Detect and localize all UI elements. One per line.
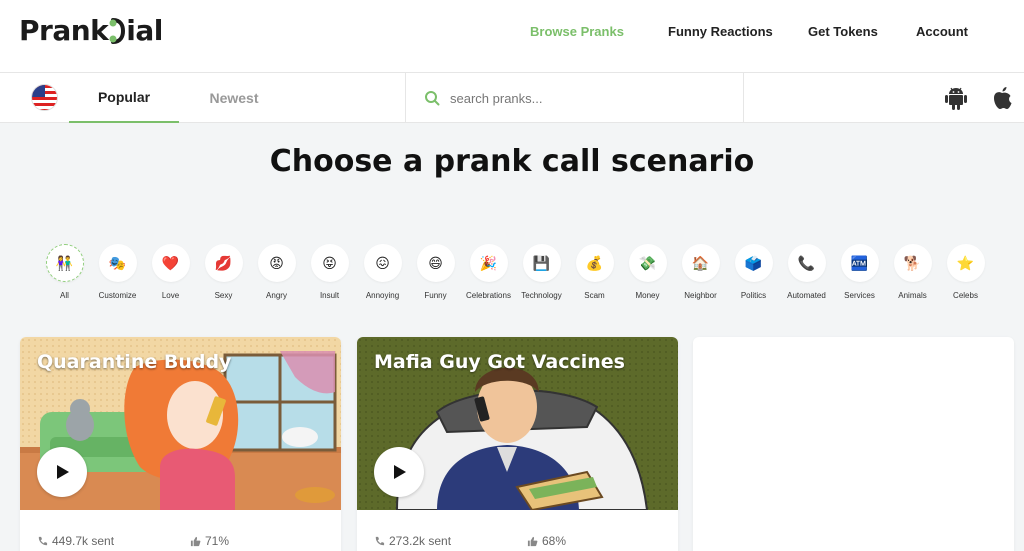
phone-icon: [38, 536, 48, 545]
like-rate-text: 71%: [205, 534, 230, 548]
insult-face-icon: 😝: [310, 244, 349, 282]
logo[interactable]: Prank ial: [19, 14, 163, 47]
category-all[interactable]: 👫 All: [38, 244, 91, 300]
category-label: Annoying: [365, 291, 400, 300]
play-icon: [57, 465, 69, 479]
like-rate: 68%: [527, 534, 566, 548]
category-services[interactable]: 🏧 Services: [833, 244, 886, 300]
annoyed-face-icon: 😖: [363, 244, 402, 282]
phone-receiver-icon: 📞: [787, 244, 826, 282]
like-rate: 71%: [190, 534, 229, 548]
category-scam[interactable]: 💰 Scam: [568, 244, 621, 300]
tab-popular[interactable]: Popular: [69, 73, 179, 123]
category-love[interactable]: ❤️ Love: [144, 244, 197, 300]
search-box: [405, 73, 744, 123]
category-label: Sexy: [214, 291, 233, 300]
prank-card[interactable]: Quarantine Buddy 449.7k sent 71%: [20, 337, 341, 551]
star-icon: ⭐: [946, 244, 985, 282]
category-automated[interactable]: 📞 Automated: [780, 244, 833, 300]
customize-icon: 🎭: [98, 244, 137, 282]
thumbs-up-icon: [190, 536, 201, 546]
nav-browse-pranks[interactable]: Browse Pranks: [530, 24, 630, 39]
thumbs-up-icon: [527, 536, 538, 546]
category-label: Love: [161, 291, 180, 300]
category-label: Politics: [740, 291, 767, 300]
dog-icon: 🐕: [893, 244, 932, 282]
cash-register-icon: 🏧: [840, 244, 879, 282]
category-angry[interactable]: 😡 Angry: [250, 244, 303, 300]
placeholder-card: [693, 337, 1014, 551]
party-popper-icon: 🎉: [469, 244, 508, 282]
house-icon: 🏠: [681, 244, 720, 282]
category-funny[interactable]: 😄 Funny: [409, 244, 462, 300]
phone-icon: [375, 536, 385, 545]
money-icon: 💸: [628, 244, 667, 282]
lips-icon: 💋: [204, 244, 243, 282]
sent-count-text: 273.2k sent: [389, 534, 452, 548]
category-label: Services: [844, 291, 875, 300]
category-neighbor[interactable]: 🏠 Neighbor: [674, 244, 727, 300]
category-technology[interactable]: 💾 Technology: [515, 244, 568, 300]
category-label: Money: [635, 291, 660, 300]
category-label: Celebrations: [466, 291, 511, 300]
category-label: Animals: [898, 291, 927, 300]
category-animals[interactable]: 🐕 Animals: [886, 244, 939, 300]
category-label: Neighbor: [684, 291, 717, 300]
apple-icon[interactable]: [990, 85, 1014, 111]
category-label: Technology: [521, 291, 562, 300]
sent-count-text: 449.7k sent: [52, 534, 115, 548]
filter-bar: Popular Newest: [0, 73, 1024, 123]
sent-count: 273.2k sent: [374, 534, 451, 548]
heart-icon: ❤️: [151, 244, 190, 282]
prank-card[interactable]: Mafia Guy Got Vaccines 273.2k sent 68%: [357, 337, 678, 551]
play-button[interactable]: [37, 447, 87, 497]
category-label: Insult: [319, 291, 340, 300]
category-annoying[interactable]: 😖 Annoying: [356, 244, 409, 300]
laughing-face-icon: 😄: [416, 244, 455, 282]
category-sexy[interactable]: 💋 Sexy: [197, 244, 250, 300]
like-rate-text: 68%: [542, 534, 567, 548]
category-label: Celebs: [953, 291, 978, 300]
logo-text-left: Prank: [19, 14, 109, 47]
category-insult[interactable]: 😝 Insult: [303, 244, 356, 300]
tab-newest[interactable]: Newest: [180, 73, 288, 123]
page-title: Choose a prank call scenario: [269, 144, 755, 179]
money-bag-icon: 💰: [575, 244, 614, 282]
sent-count: 449.7k sent: [37, 534, 114, 548]
category-list: 👫 All 🎭 Customize ❤️ Love 💋 Sexy 😡 Angry 😝 Insult 😖 A…: [38, 244, 998, 300]
category-celebs[interactable]: ⭐ Celebs: [939, 244, 992, 300]
play-icon: [394, 465, 406, 479]
card-title: Mafia Guy Got Vaccines: [374, 351, 625, 373]
nav-funny-reactions[interactable]: Funny Reactions: [668, 24, 788, 39]
politician-icon: 🗳️: [734, 244, 773, 282]
nav-account[interactable]: Account: [916, 24, 986, 39]
nav-get-tokens[interactable]: Get Tokens: [808, 24, 898, 39]
category-politics[interactable]: 🗳️ Politics: [727, 244, 780, 300]
play-button[interactable]: [374, 447, 424, 497]
search-icon: [425, 91, 440, 106]
phone-logo-icon: [109, 16, 126, 46]
category-label: Automated: [787, 291, 826, 300]
category-celebrations[interactable]: 🎉 Celebrations: [462, 244, 515, 300]
us-flag-icon[interactable]: [31, 84, 58, 111]
category-money[interactable]: 💸 Money: [621, 244, 674, 300]
search-input[interactable]: [450, 90, 710, 106]
card-title: Quarantine Buddy: [37, 351, 232, 373]
category-label: All: [60, 291, 69, 300]
category-label: Scam: [584, 291, 605, 300]
category-label: Customize: [98, 291, 137, 300]
android-icon[interactable]: [944, 85, 968, 111]
device-icon: 💾: [522, 244, 561, 282]
category-customize[interactable]: 🎭 Customize: [91, 244, 144, 300]
people-icon: 👫: [45, 244, 84, 282]
angry-face-icon: 😡: [257, 244, 296, 282]
category-label: Funny: [424, 291, 447, 300]
logo-text-right: ial: [126, 14, 163, 47]
top-header: Prank ial Browse Pranks Funny Reactions …: [0, 0, 1024, 73]
category-label: Angry: [266, 291, 287, 300]
